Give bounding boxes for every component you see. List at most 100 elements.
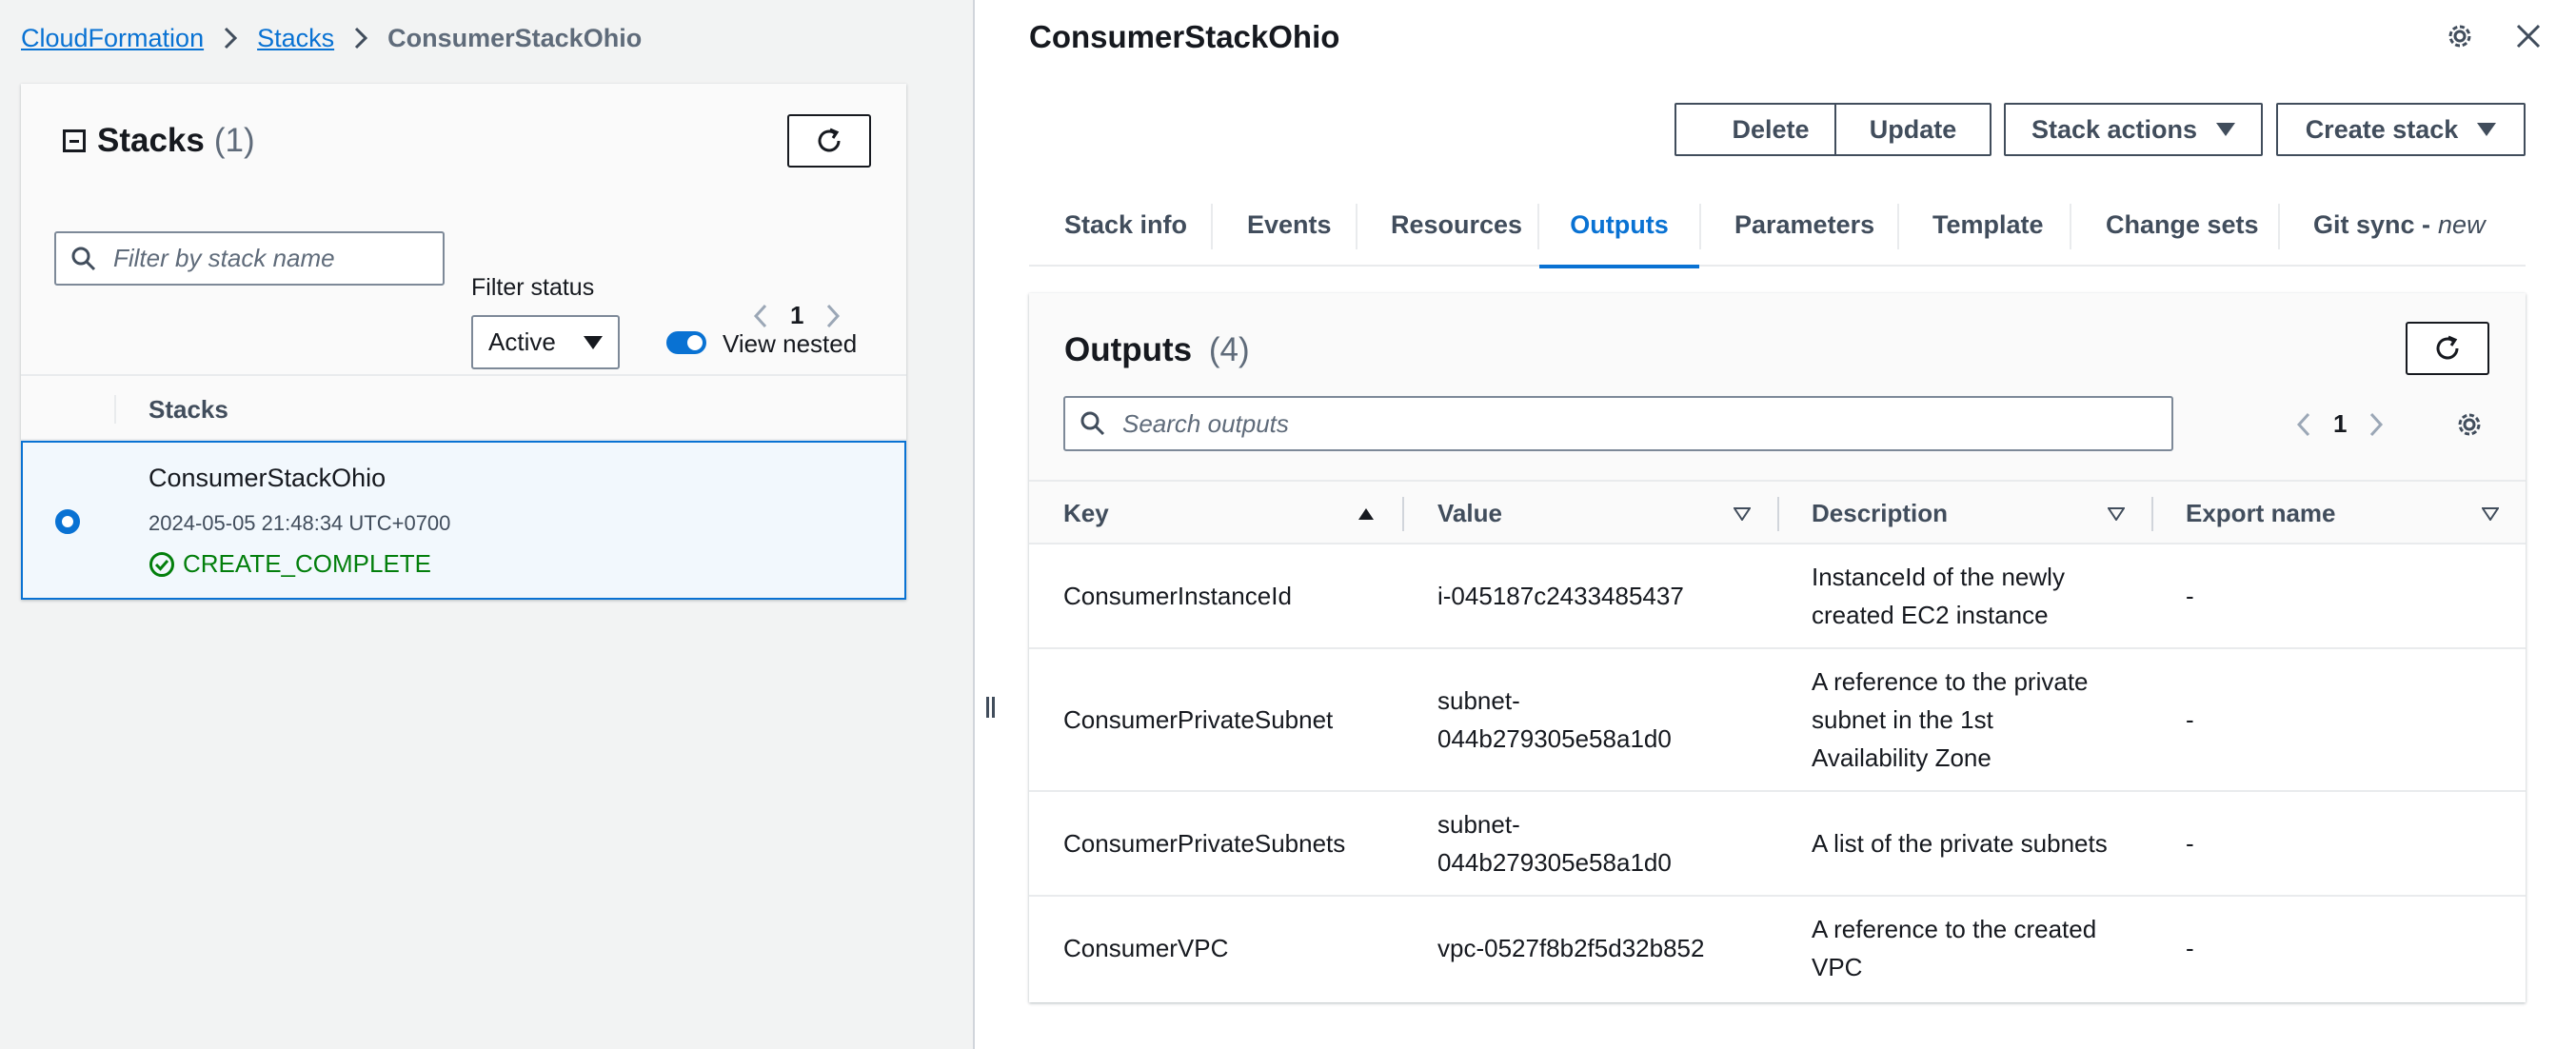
- output-description: InstanceId of the newly created EC2 inst…: [1812, 558, 2065, 634]
- tab-stack-info[interactable]: Stack info: [1064, 183, 1187, 267]
- stacks-column-header[interactable]: Stacks: [149, 395, 228, 425]
- stack-detail-title: ConsumerStackOhio: [1029, 19, 1340, 54]
- collapse-icon[interactable]: [63, 129, 86, 152]
- output-key: ConsumerPrivateSubnet: [1063, 705, 1334, 734]
- output-description: A reference to the created VPC: [1812, 910, 2096, 986]
- tab-change-sets[interactable]: Change sets: [2106, 183, 2259, 267]
- column-header-value[interactable]: Value: [1437, 499, 1502, 528]
- search-outputs-placeholder: Search outputs: [1122, 408, 1289, 438]
- output-export-name: -: [2186, 829, 2194, 858]
- stacks-count: (1): [213, 122, 255, 159]
- output-description: A list of the private subnets: [1812, 829, 2108, 858]
- table-preferences-gear-icon[interactable]: [2454, 409, 2485, 445]
- stacks-panel: Stacks (1) Filter by stack name Filter s…: [21, 84, 906, 600]
- output-description-line: subnet in the 1st: [1812, 705, 1993, 734]
- breadcrumb-cloudformation-link[interactable]: CloudFormation: [21, 24, 204, 53]
- output-export-name: -: [2186, 934, 2194, 962]
- tab-divider: [2278, 204, 2280, 249]
- update-button[interactable]: Update: [1834, 103, 1991, 156]
- search-icon: [1080, 411, 1105, 436]
- caret-down-icon: [2477, 123, 2497, 136]
- sort-ascending-icon[interactable]: [1357, 507, 1375, 521]
- sort-unsorted-icon[interactable]: [2108, 507, 2125, 521]
- outputs-count: (4): [1208, 331, 1250, 368]
- filter-status-label: Filter status: [471, 274, 595, 301]
- search-outputs-input[interactable]: Search outputs: [1063, 396, 2173, 451]
- pane-splitter[interactable]: [973, 0, 975, 1049]
- output-value-line: subnet-: [1437, 686, 1520, 715]
- output-key: ConsumerInstanceId: [1063, 582, 1292, 610]
- stacks-panel-header: Stacks (1) Filter by stack name Filter s…: [21, 84, 906, 374]
- stack-row[interactable]: ConsumerStackOhio 2024-05-05 21:48:34 UT…: [21, 441, 906, 600]
- breadcrumb-current: ConsumerStackOhio: [387, 23, 643, 52]
- chevron-right-icon: [223, 26, 238, 50]
- stacks-page-number[interactable]: 1: [790, 301, 803, 330]
- outputs-title: Outputs: [1064, 331, 1193, 368]
- column-header-key[interactable]: Key: [1063, 499, 1109, 528]
- view-nested-toggle[interactable]: [666, 331, 706, 354]
- output-description-line: Availability Zone: [1812, 743, 1991, 772]
- table-row: ConsumerPrivateSubnet subnet- 044b279305…: [1029, 649, 2526, 792]
- close-icon[interactable]: [2515, 23, 2542, 54]
- stacks-heading: Stacks (1): [63, 122, 255, 160]
- output-description-line: A reference to the private: [1812, 667, 2089, 696]
- refresh-stacks-button[interactable]: [787, 114, 871, 168]
- refresh-icon: [2436, 335, 2459, 360]
- column-resizer[interactable]: [1402, 497, 1404, 531]
- tab-divider: [1356, 204, 1357, 249]
- stacks-pane: CloudFormation Stacks ConsumerStackOhio …: [0, 0, 973, 1049]
- chevron-right-icon[interactable]: [2368, 411, 2385, 438]
- stack-status: CREATE_COMPLETE: [149, 549, 431, 579]
- stack-radio-selected[interactable]: [55, 509, 80, 534]
- sort-unsorted-icon[interactable]: [1734, 507, 1751, 521]
- breadcrumb-stacks-link[interactable]: Stacks: [257, 24, 334, 53]
- column-resizer[interactable]: [2151, 497, 2153, 531]
- outputs-page-number[interactable]: 1: [2333, 409, 2347, 439]
- stacks-title: Stacks: [97, 122, 205, 159]
- tab-resources[interactable]: Resources: [1391, 183, 1522, 267]
- stack-name: ConsumerStackOhio: [149, 464, 386, 492]
- output-value-line: 044b279305e58a1d0: [1437, 724, 1672, 753]
- stack-actions-button[interactable]: Stack actions: [2004, 103, 2263, 156]
- create-stack-button[interactable]: Create stack: [2276, 103, 2526, 156]
- tab-divider: [1211, 204, 1213, 249]
- tab-outputs[interactable]: Outputs: [1539, 183, 1699, 268]
- success-check-icon: [149, 551, 174, 577]
- table-row: ConsumerInstanceId i-045187c2433485437 I…: [1029, 544, 2526, 649]
- column-header-export-name[interactable]: Export name: [2186, 499, 2336, 528]
- stack-name-filter-placeholder: Filter by stack name: [113, 244, 335, 272]
- tab-parameters[interactable]: Parameters: [1734, 183, 1874, 267]
- stack-detail-tabs: Stack info Events Resources Outputs Para…: [1029, 183, 2526, 268]
- output-description: A reference to the private subnet in the…: [1812, 663, 2089, 777]
- tab-events[interactable]: Events: [1247, 183, 1332, 267]
- output-export-name: -: [2186, 582, 2194, 610]
- column-header-description[interactable]: Description: [1812, 499, 1948, 528]
- tab-divider: [2070, 204, 2071, 249]
- outputs-pagination: 1: [2295, 409, 2385, 439]
- tab-git-sync[interactable]: Git sync - new: [2313, 183, 2486, 267]
- output-value: subnet- 044b279305e58a1d0: [1437, 682, 1672, 758]
- chevron-left-icon[interactable]: [752, 303, 769, 329]
- sort-unsorted-icon[interactable]: [2482, 507, 2499, 521]
- output-key: ConsumerPrivateSubnets: [1063, 829, 1346, 858]
- outputs-heading: Outputs (4): [1064, 331, 1250, 369]
- stack-name-filter-input[interactable]: Filter by stack name: [54, 231, 445, 286]
- chevron-right-icon: [353, 26, 368, 50]
- table-row: ConsumerVPC vpc-0527f8b2f5d32b852 A refe…: [1029, 897, 2526, 1001]
- filter-status-value: Active: [488, 327, 556, 356]
- settings-gear-icon[interactable]: [2445, 21, 2475, 56]
- refresh-outputs-button[interactable]: [2406, 322, 2489, 375]
- chevron-right-icon[interactable]: [824, 303, 842, 329]
- filter-status-select[interactable]: Active: [471, 315, 620, 369]
- output-value-line: 044b279305e58a1d0: [1437, 848, 1672, 877]
- output-description-line: created EC2 instance: [1812, 601, 2049, 629]
- outputs-table-header: Key Value Description Export name: [1029, 480, 2526, 544]
- search-icon: [71, 247, 96, 270]
- stacks-table-header: Stacks: [21, 374, 906, 441]
- tab-template[interactable]: Template: [1932, 183, 2044, 267]
- chevron-left-icon[interactable]: [2295, 411, 2312, 438]
- resize-handle-icon[interactable]: [984, 697, 998, 718]
- column-resizer[interactable]: [1777, 497, 1779, 531]
- tab-divider: [1897, 204, 1899, 249]
- output-value: vpc-0527f8b2f5d32b852: [1437, 934, 1705, 962]
